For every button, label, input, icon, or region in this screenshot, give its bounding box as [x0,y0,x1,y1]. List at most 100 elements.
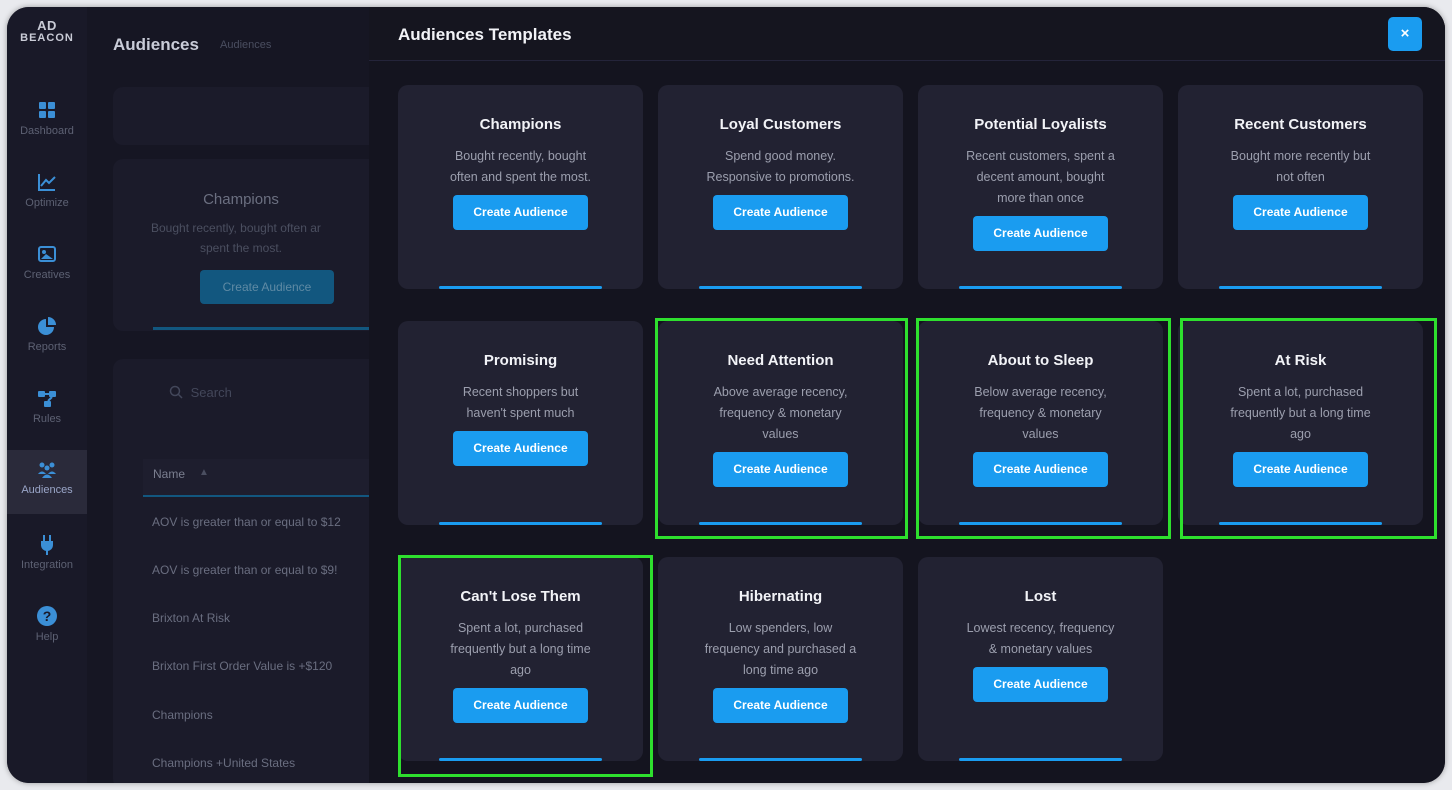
template-card-hibernating: Hibernating Low spenders, low frequency … [658,557,903,761]
sidebar-item-dashboard[interactable]: Dashboard [7,91,87,155]
table-row[interactable]: AOV is greater than or equal to $12 [152,515,392,529]
desc-line: Responsive to promotions. [706,170,855,184]
featured-card-desc-line1: Bought recently, bought often ar [151,221,321,235]
template-card-potential-loyalists: Potential Loyalists Recent customers, sp… [918,85,1163,289]
desc-line: more than once [997,191,1084,205]
table-row[interactable]: Champions [152,708,392,722]
table-row[interactable]: Brixton First Order Value is +$120 [152,659,392,673]
page-title: Audiences [113,35,199,54]
create-audience-button[interactable]: Create Audience [453,431,588,466]
card-accent-bar [959,286,1122,289]
featured-card-desc-line2: spent the most. [199,241,283,255]
card-description: Bought more recently but not often [1206,146,1395,188]
create-audience-button[interactable]: Create Audience [973,216,1108,251]
card-description: Low spenders, low frequency and purchase… [686,618,875,681]
table-row[interactable]: AOV is greater than or equal to $9! [152,563,392,577]
featured-create-audience-button[interactable]: Create Audience [200,270,334,304]
sidebar: AD BEACON Dashboard Optimize Creatives R… [7,7,87,783]
logo-text-top: AD [37,18,57,33]
desc-line: Recent customers, spent a [966,149,1115,163]
table-row[interactable]: Champions +United States [152,756,392,770]
sidebar-item-rules[interactable]: Rules [7,379,87,443]
desc-line: Spend good money. [725,149,836,163]
featured-template-card: Champions Bought recently, bought often … [113,159,413,331]
card-accent-bar [959,758,1122,761]
featured-card-title: Champions [203,191,279,208]
card-title: Lost [1024,588,1057,605]
audiences-page: Audiences Audiences Champions Bought rec… [87,7,413,783]
create-audience-button[interactable]: Create Audience [453,195,588,230]
app-logo[interactable]: AD BEACON [7,19,87,45]
sidebar-item-label: Audiences [21,484,73,496]
desc-line: frequency and purchased a [704,642,857,656]
users-icon [36,458,58,480]
desc-line: not often [1276,170,1325,184]
desc-line: & monetary values [988,642,1093,656]
search-input[interactable]: Search [169,385,232,402]
template-card-lost: Lost Lowest recency, frequency & monetar… [918,557,1163,761]
template-card-promising: Promising Recent shoppers but haven't sp… [398,321,643,525]
top-panel [113,87,413,145]
template-card-recent-customers: Recent Customers Bought more recently bu… [1178,85,1423,289]
template-card-loyal-customers: Loyal Customers Spend good money. Respon… [658,85,903,289]
breadcrumb[interactable]: Audiences [220,39,271,51]
sort-ascending-icon[interactable]: ▲ [199,467,209,478]
rules-icon [36,387,58,409]
highlight-frame-cant-lose-them [398,555,653,777]
desc-line: Bought recently, bought [454,149,587,163]
card-title: Potential Loyalists [974,116,1107,133]
sidebar-item-help[interactable]: ? Help [7,597,87,661]
create-audience-button[interactable]: Create Audience [1233,195,1368,230]
sidebar-item-audiences[interactable]: Audiences [7,450,87,514]
close-button[interactable]: × [1388,17,1422,51]
sidebar-item-creatives[interactable]: Creatives [7,235,87,299]
card-accent-bar [699,286,862,289]
card-description: Bought recently, bought often and spent … [426,146,615,188]
create-audience-button[interactable]: Create Audience [973,667,1108,702]
search-placeholder: Search [190,385,232,400]
create-audience-button[interactable]: Create Audience [713,195,848,230]
logo-text-bottom: BEACON [20,32,74,44]
table-row[interactable]: Brixton At Risk [152,611,392,625]
card-title: Hibernating [738,588,823,605]
page-header: Audiences Audiences [87,7,387,79]
modal-title: Audiences Templates [398,25,572,44]
sidebar-item-label: Integration [21,559,73,571]
search-icon [169,385,183,402]
card-accent-bar [439,522,602,525]
highlight-frame-need-attention [655,318,908,539]
help-icon: ? [36,605,58,627]
line-chart-icon [36,171,58,193]
desc-line: Recent shoppers but [462,385,579,399]
sidebar-item-label: Creatives [23,269,71,281]
sidebar-item-optimize[interactable]: Optimize [7,163,87,227]
card-accent-bar [699,758,862,761]
desc-line: often and spent the most. [449,170,592,184]
desc-line: decent amount, bought [976,170,1105,184]
name-column-header[interactable]: Name [153,467,185,481]
card-accent-bar [439,286,602,289]
highlight-frame-about-to-sleep [916,318,1171,539]
card-description: Recent shoppers but haven't spent much [426,382,615,424]
card-title: Recent Customers [1234,116,1367,133]
sidebar-item-label: Optimize [25,197,69,209]
card-title: Loyal Customers [719,116,842,133]
card-description: Lowest recency, frequency & monetary val… [946,618,1135,660]
plug-icon [36,533,58,555]
card-description: Recent customers, spent a decent amount,… [946,146,1135,209]
card-accent-bar [1219,286,1382,289]
audiences-templates-modal: Audiences Templates × Champions Bought r… [369,7,1445,783]
app-window: AD BEACON Dashboard Optimize Creatives R… [7,7,1445,783]
highlight-frame-at-risk [1180,318,1437,539]
create-audience-button[interactable]: Create Audience [713,688,848,723]
modal-header: Audiences Templates × [369,7,1445,61]
card-description: Spend good money. Responsive to promotio… [686,146,875,188]
sidebar-item-reports[interactable]: Reports [7,307,87,371]
sidebar-item-integration[interactable]: Integration [7,525,87,589]
desc-line: Lowest recency, frequency [966,621,1115,635]
svg-text:?: ? [43,608,52,624]
card-title: Champions [479,116,562,133]
desc-line: long time ago [742,663,819,677]
sidebar-item-label: Reports [27,341,67,353]
template-card-champions: Champions Bought recently, bought often … [398,85,643,289]
